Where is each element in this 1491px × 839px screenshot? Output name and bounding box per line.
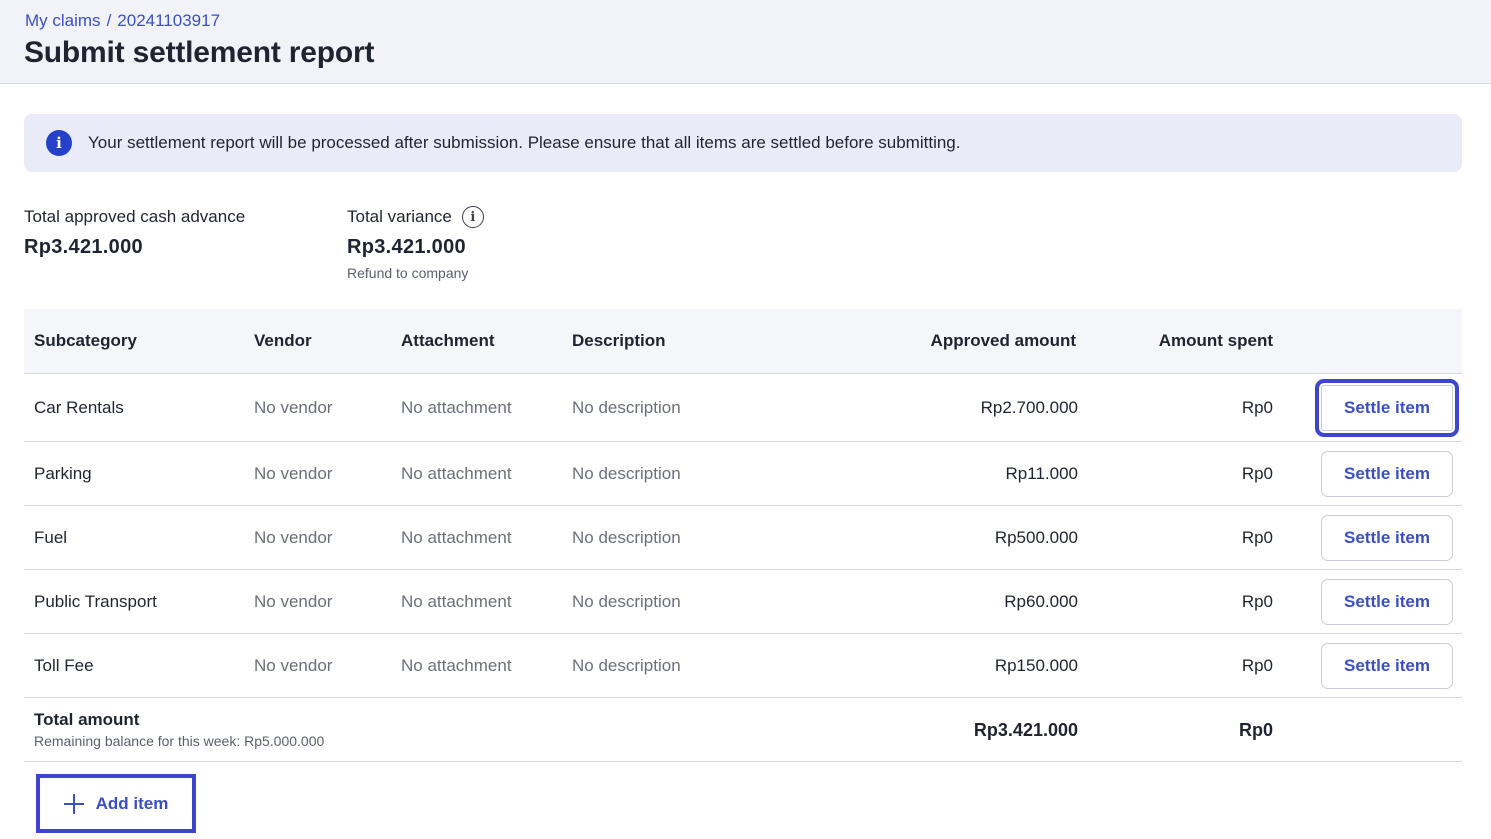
- plus-icon: [63, 793, 84, 814]
- col-amount-spent: Amount spent: [1158, 331, 1273, 350]
- row-attachment: No attachment: [401, 527, 512, 547]
- col-subcategory: Subcategory: [34, 331, 137, 350]
- row-attachment: No attachment: [401, 463, 512, 483]
- settlement-table: Subcategory Vendor Attachment Descriptio…: [24, 309, 1462, 762]
- settle-item-button[interactable]: Settle item: [1321, 514, 1453, 561]
- row-subcategory: Parking: [34, 463, 92, 483]
- settle-item-button[interactable]: Settle item: [1321, 450, 1453, 497]
- page-title: Submit settlement report: [24, 36, 375, 69]
- table-row: Toll Fee No vendor No attachment No desc…: [24, 634, 1462, 698]
- settle-item-button[interactable]: Settle item: [1321, 578, 1453, 625]
- approved-label: Total approved cash advance: [24, 207, 246, 226]
- row-description: No description: [572, 527, 681, 547]
- row-approved-amount: Rp2.700.000: [980, 397, 1078, 417]
- page-header: My claims / 20241103917 Submit settlemen…: [0, 0, 1491, 84]
- settle-item-button[interactable]: Settle item: [1321, 642, 1453, 689]
- row-vendor: No vendor: [254, 397, 333, 417]
- total-approved-amount: Rp3.421.000: [973, 720, 1078, 740]
- row-approved-amount: Rp11.000: [1005, 463, 1078, 483]
- info-banner-text: Your settlement report will be processed…: [88, 133, 961, 152]
- row-subcategory: Fuel: [34, 527, 68, 547]
- breadcrumb-separator: /: [106, 11, 112, 30]
- breadcrumb-my-claims[interactable]: My claims: [25, 11, 101, 31]
- breadcrumb: My claims / 20241103917: [25, 11, 220, 31]
- breadcrumb-claim-id: 20241103917: [117, 11, 221, 30]
- row-description: No description: [572, 463, 681, 483]
- info-icon: i: [46, 130, 72, 156]
- total-amount-spent: Rp0: [1238, 720, 1273, 740]
- table-row: Public Transport No vendor No attachment…: [24, 570, 1462, 634]
- row-attachment: No attachment: [401, 655, 512, 675]
- row-attachment: No attachment: [401, 591, 512, 611]
- settle-item-button[interactable]: Settle item: [1315, 378, 1459, 437]
- row-description: No description: [572, 591, 681, 611]
- col-description: Description: [572, 331, 666, 350]
- row-vendor: No vendor: [254, 591, 333, 611]
- row-attachment: No attachment: [401, 397, 512, 417]
- table-row: Car Rentals No vendor No attachment No d…: [24, 374, 1462, 442]
- col-vendor: Vendor: [254, 331, 312, 350]
- row-approved-amount: Rp150.000: [994, 655, 1078, 675]
- row-vendor: No vendor: [254, 655, 333, 675]
- variance-label: Total variance: [347, 207, 452, 226]
- row-description: No description: [572, 397, 681, 417]
- row-subcategory: Car Rentals: [34, 397, 124, 417]
- add-item-button[interactable]: Add item: [36, 774, 196, 833]
- row-amount-spent: Rp0: [1241, 463, 1273, 483]
- table-header: Subcategory Vendor Attachment Descriptio…: [24, 309, 1462, 374]
- row-vendor: No vendor: [254, 527, 333, 547]
- col-attachment: Attachment: [401, 331, 495, 350]
- row-amount-spent: Rp0: [1241, 655, 1273, 675]
- table-row: Parking No vendor No attachment No descr…: [24, 442, 1462, 506]
- info-circle-icon[interactable]: i: [461, 206, 484, 228]
- row-subcategory: Toll Fee: [34, 655, 94, 675]
- table-row: Fuel No vendor No attachment No descript…: [24, 506, 1462, 570]
- info-banner: i Your settlement report will be process…: [24, 114, 1462, 172]
- add-item-label: Add item: [95, 793, 169, 813]
- row-amount-spent: Rp0: [1241, 591, 1273, 611]
- summary-approved: Total approved cash advance Rp3.421.000: [24, 206, 245, 259]
- total-label: Total amount: [34, 710, 140, 729]
- row-approved-amount: Rp500.000: [994, 527, 1078, 547]
- row-amount-spent: Rp0: [1241, 397, 1273, 417]
- variance-value: Rp3.421.000: [347, 236, 466, 258]
- row-description: No description: [572, 655, 681, 675]
- row-approved-amount: Rp60.000: [1004, 591, 1078, 611]
- row-subcategory: Public Transport: [34, 591, 157, 611]
- col-approved-amount: Approved amount: [930, 331, 1076, 350]
- row-vendor: No vendor: [254, 463, 333, 483]
- remaining-balance: Remaining balance for this week: Rp5.000…: [34, 733, 325, 749]
- summary-variance: Total variance i Rp3.421.000 Refund to c…: [347, 206, 484, 281]
- total-row: Total amount Remaining balance for this …: [24, 698, 1462, 762]
- variance-note: Refund to company: [347, 265, 469, 281]
- row-amount-spent: Rp0: [1241, 527, 1273, 547]
- approved-value: Rp3.421.000: [24, 236, 143, 258]
